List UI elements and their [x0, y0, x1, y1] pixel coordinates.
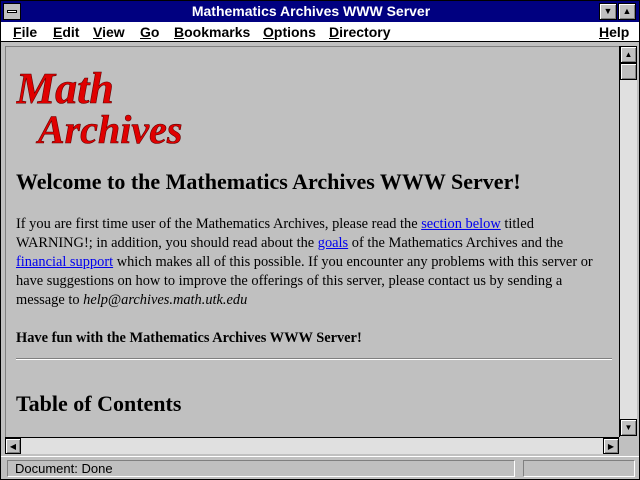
- goals-link[interactable]: goals: [318, 235, 348, 251]
- menu-bar: File Edit View Go Bookmarks Options Dire…: [1, 22, 639, 42]
- page-content: Math Archives Welcome to the Mathematics…: [16, 47, 616, 437]
- menu-bookmarks[interactable]: Bookmarks: [174, 24, 250, 40]
- menu-view[interactable]: View: [93, 24, 125, 40]
- logo-line-math: Math: [16, 65, 114, 113]
- page-heading: Welcome to the Mathematics Archives WWW …: [16, 169, 521, 194]
- toc-heading: Table of Contents: [16, 391, 182, 416]
- scroll-down-button[interactable]: ▼: [620, 419, 637, 436]
- progress-indicator: [523, 460, 635, 477]
- arrow-left-icon: ◀: [9, 442, 17, 451]
- minimize-arrow-icon: ▼: [603, 6, 613, 16]
- status-bar: Document: Done: [1, 456, 639, 479]
- math-archives-logo: Math Archives: [16, 65, 183, 147]
- menu-edit[interactable]: Edit: [53, 24, 79, 40]
- vertical-scrollbar[interactable]: ▲ ▼: [619, 46, 637, 437]
- minimize-button[interactable]: ▼: [599, 3, 617, 20]
- status-text: Document: Done: [7, 460, 515, 477]
- horizontal-rule: [16, 358, 612, 360]
- system-menu-icon[interactable]: [3, 3, 21, 20]
- horizontal-scroll-track[interactable]: [21, 438, 603, 454]
- arrow-up-icon: ▲: [624, 50, 633, 59]
- menu-directory[interactable]: Directory: [329, 24, 390, 40]
- menu-go[interactable]: Go: [140, 24, 159, 40]
- menu-options[interactable]: Options: [263, 24, 316, 40]
- scroll-up-button[interactable]: ▲: [620, 46, 637, 63]
- menu-file[interactable]: File: [13, 24, 37, 40]
- horizontal-scrollbar[interactable]: ◀ ▶: [5, 437, 619, 454]
- menu-help[interactable]: Help: [599, 24, 629, 40]
- contact-email: help@archives.math.utk.edu: [83, 292, 248, 308]
- arrow-right-icon: ▶: [607, 442, 615, 451]
- browser-window: Mathematics Archives WWW Server ▼ ▲ File…: [0, 0, 640, 480]
- maximize-button[interactable]: ▲: [618, 3, 636, 20]
- scroll-right-button[interactable]: ▶: [603, 438, 619, 454]
- have-fun-text: Have fun with the Mathematics Archives W…: [16, 330, 362, 346]
- scroll-left-button[interactable]: ◀: [5, 438, 21, 454]
- intro-paragraph: If you are first time user of the Mathem…: [16, 216, 593, 308]
- arrow-down-icon: ▼: [624, 423, 633, 432]
- financial-support-link[interactable]: financial support: [16, 254, 113, 270]
- page-viewport: Math Archives Welcome to the Mathematics…: [5, 46, 619, 437]
- window-title: Mathematics Archives WWW Server: [191, 3, 431, 19]
- vertical-scroll-thumb[interactable]: [620, 63, 637, 80]
- vertical-scroll-track[interactable]: [620, 80, 637, 419]
- logo-line-archives: Archives: [35, 107, 182, 147]
- section-below-link[interactable]: section below: [421, 216, 501, 232]
- maximize-arrow-icon: ▲: [622, 6, 632, 16]
- title-bar: Mathematics Archives WWW Server ▼ ▲: [1, 1, 639, 22]
